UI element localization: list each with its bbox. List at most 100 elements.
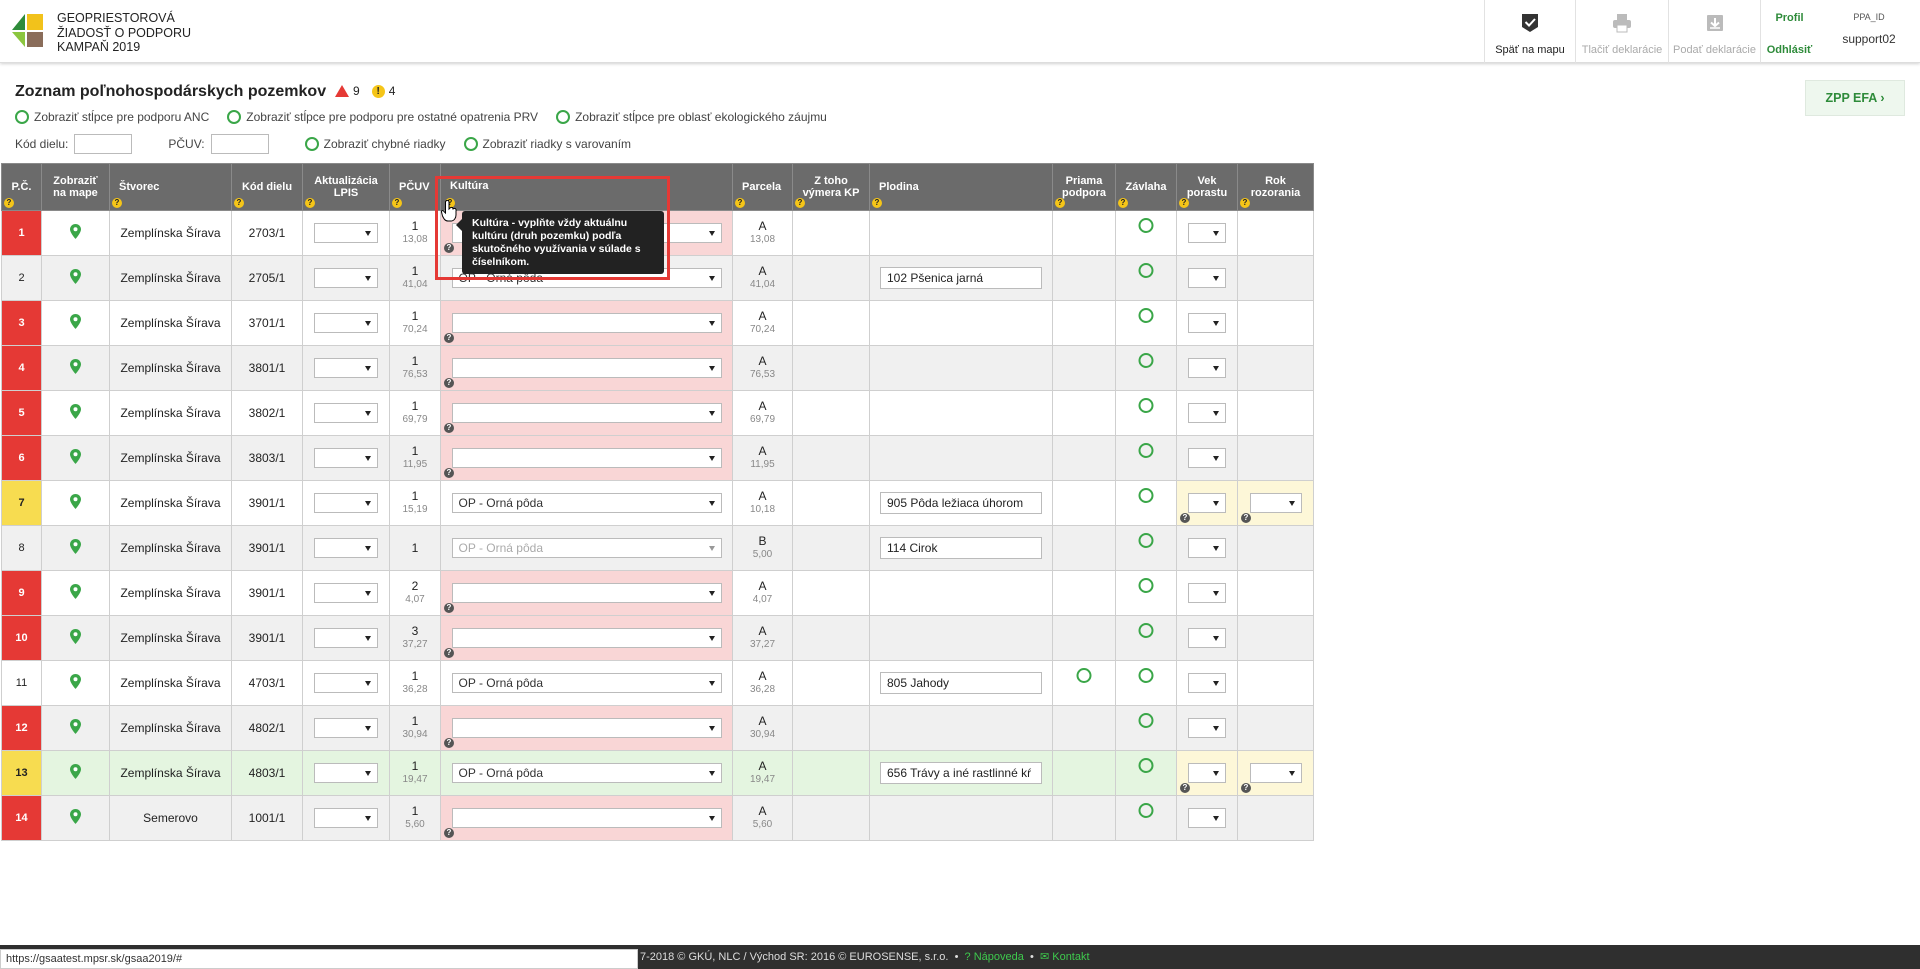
col-vek[interactable]: Vek porastu?: [1176, 163, 1238, 211]
vek-select[interactable]: [1188, 223, 1226, 243]
toggle-warning-rows[interactable]: Zobraziť riadky s varovaním: [463, 137, 631, 151]
back-to-map-button[interactable]: Späť na mapu: [1484, 0, 1575, 63]
vek-select[interactable]: [1188, 448, 1226, 468]
vek-select[interactable]: [1188, 358, 1226, 378]
vek-select[interactable]: [1188, 718, 1226, 738]
help-icon[interactable]: ?: [1118, 198, 1128, 208]
table-row[interactable]: 4 Zemplínska Šírava 3801/1 1 76,53? A 76,53: [1, 345, 1314, 391]
logout-link[interactable]: Odhlásiť: [1761, 44, 1818, 56]
kultura-select[interactable]: [451, 628, 722, 648]
help-icon[interactable]: ?: [305, 198, 315, 208]
help-icon[interactable]: ?: [795, 198, 805, 208]
table-row[interactable]: 8 Zemplínska Šírava 3901/1 1 OP - Orná pôda B…: [1, 525, 1314, 571]
help-icon[interactable]: ?: [444, 333, 454, 343]
zavlaha-radio-icon[interactable]: [1138, 353, 1154, 368]
zavlaha-radio-icon[interactable]: [1138, 713, 1154, 728]
lpis-select[interactable]: [314, 673, 378, 693]
lpis-select[interactable]: [314, 808, 378, 828]
help-link[interactable]: Nápoveda: [974, 951, 1024, 963]
vek-select[interactable]: [1188, 808, 1226, 828]
lpis-select[interactable]: [314, 718, 378, 738]
help-icon[interactable]: ?: [444, 423, 454, 433]
lpis-select[interactable]: [314, 628, 378, 648]
lpis-select[interactable]: [314, 583, 378, 603]
map-pin-icon[interactable]: [70, 539, 81, 554]
kultura-select[interactable]: [451, 583, 722, 603]
kultura-select[interactable]: OP - Orná pôda: [451, 673, 722, 693]
kultura-select[interactable]: [451, 448, 722, 468]
help-icon[interactable]: ?: [1180, 513, 1190, 523]
zavlaha-radio-icon[interactable]: [1138, 218, 1154, 233]
col-plodina[interactable]: Plodina?: [869, 163, 1053, 211]
map-pin-icon[interactable]: [70, 674, 81, 689]
plodina-input[interactable]: 114 Cirok: [880, 537, 1042, 559]
col-lpis[interactable]: Aktualizácia LPIS?: [302, 163, 390, 211]
map-pin-icon[interactable]: [70, 359, 81, 374]
col-rok[interactable]: Rok rozorania?: [1237, 163, 1314, 211]
map-pin-icon[interactable]: [70, 809, 81, 824]
help-icon[interactable]: ?: [735, 198, 745, 208]
zavlaha-radio-icon[interactable]: [1138, 443, 1154, 458]
help-icon[interactable]: ?: [444, 738, 454, 748]
contact-link[interactable]: Kontakt: [1052, 951, 1089, 963]
help-icon[interactable]: ?: [872, 198, 882, 208]
zavlaha-radio-icon[interactable]: [1138, 578, 1154, 593]
zavlaha-radio-icon[interactable]: [1138, 533, 1154, 548]
table-row[interactable]: 13 Zemplínska Šírava 4803/1 1 19,47 OP - Orná…: [1, 750, 1314, 796]
col-parcela[interactable]: Parcela?: [732, 163, 793, 211]
lpis-select[interactable]: [314, 223, 378, 243]
help-icon[interactable]: ?: [444, 648, 454, 658]
vek-select[interactable]: [1188, 673, 1226, 693]
kultura-select[interactable]: [451, 718, 722, 738]
profile-link[interactable]: Profil: [1761, 12, 1818, 24]
col-zavlaha[interactable]: Závlaha?: [1115, 163, 1177, 211]
help-icon[interactable]: ?: [1241, 783, 1251, 793]
plodina-input[interactable]: 102 Pšenica jarná: [880, 267, 1042, 289]
zavlaha-radio-icon[interactable]: [1138, 803, 1154, 818]
zavlaha-radio-icon[interactable]: [1138, 623, 1154, 638]
priama-radio-icon[interactable]: [1076, 668, 1092, 683]
plodina-input[interactable]: 656 Trávy a iné rastlinné kŕ: [880, 762, 1042, 784]
table-row[interactable]: 10 Zemplínska Šírava 3901/1 3 37,27? A 37,27: [1, 615, 1314, 661]
vek-select[interactable]: [1188, 268, 1226, 288]
map-pin-icon[interactable]: [70, 224, 81, 239]
zavlaha-radio-icon[interactable]: [1138, 758, 1154, 773]
toggle-error-rows[interactable]: Zobraziť chybné riadky: [304, 137, 446, 151]
col-pcuv[interactable]: PČUV?: [389, 163, 441, 211]
lpis-select[interactable]: [314, 403, 378, 423]
rok-select[interactable]: [1249, 763, 1302, 783]
col-pc[interactable]: P.Č.?: [1, 163, 42, 211]
col-vymera-kp[interactable]: Z toho výmera KP?: [792, 163, 870, 211]
help-icon[interactable]: ?: [1055, 198, 1065, 208]
map-pin-icon[interactable]: [70, 404, 81, 419]
vek-select[interactable]: [1188, 538, 1226, 558]
help-icon[interactable]: ?: [1240, 198, 1250, 208]
lpis-select[interactable]: [314, 268, 378, 288]
table-row[interactable]: 11 Zemplínska Šírava 4703/1 1 36,28 OP - Orná…: [1, 660, 1314, 706]
kultura-select[interactable]: [451, 313, 722, 333]
help-icon[interactable]: ?: [1241, 513, 1251, 523]
table-row[interactable]: 7 Zemplínska Šírava 3901/1 1 15,19 OP - Orná …: [1, 480, 1314, 526]
kultura-select[interactable]: [451, 403, 722, 423]
table-row[interactable]: 14 Semerovo 1001/1 1 5,60? A 5,60: [1, 795, 1314, 841]
lpis-select[interactable]: [314, 763, 378, 783]
table-row[interactable]: 5 Zemplínska Šírava 3802/1 1 69,79? A 69,79: [1, 390, 1314, 436]
lpis-select[interactable]: [314, 538, 378, 558]
lpis-select[interactable]: [314, 493, 378, 513]
vek-select[interactable]: [1188, 583, 1226, 603]
map-pin-icon[interactable]: [70, 719, 81, 734]
map-pin-icon[interactable]: [70, 269, 81, 284]
map-pin-icon[interactable]: [70, 314, 81, 329]
toggle-prv-columns[interactable]: Zobraziť stĺpce pre podporu pre ostatné …: [227, 110, 538, 124]
zavlaha-radio-icon[interactable]: [1138, 263, 1154, 278]
toggle-eco-columns[interactable]: Zobraziť stĺpce pre oblasť ekologického …: [556, 110, 827, 124]
help-icon[interactable]: ?: [444, 828, 454, 838]
zavlaha-radio-icon[interactable]: [1138, 308, 1154, 323]
kultura-select[interactable]: [451, 358, 722, 378]
help-icon[interactable]: ?: [234, 198, 244, 208]
table-row[interactable]: 9 Zemplínska Šírava 3901/1 2 4,07? A 4,07: [1, 570, 1314, 616]
table-row[interactable]: 6 Zemplínska Šírava 3803/1 1 11,95? A 11,95: [1, 435, 1314, 481]
col-kod[interactable]: Kód dielu?: [231, 163, 303, 211]
vek-select[interactable]: [1188, 403, 1226, 423]
table-row[interactable]: 3 Zemplínska Šírava 3701/1 1 70,24? A 70,24: [1, 300, 1314, 346]
